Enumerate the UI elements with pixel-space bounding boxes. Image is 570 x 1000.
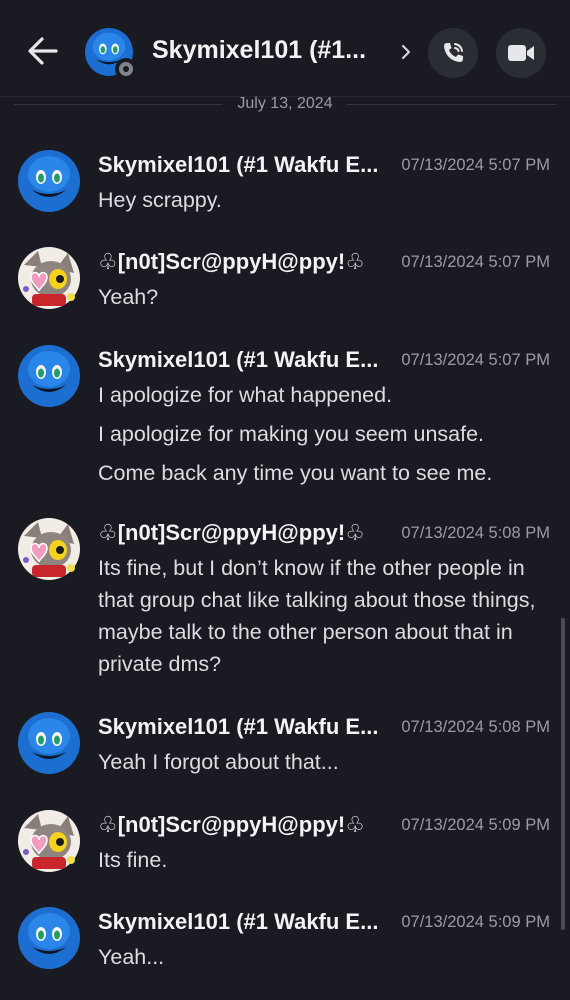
voice-call-button[interactable] bbox=[428, 28, 478, 78]
message-text: Its fine, but I don’t know if the other … bbox=[98, 556, 536, 676]
video-call-button[interactable] bbox=[496, 28, 546, 78]
message-text: Yeah? bbox=[98, 285, 159, 309]
message-timestamp: 07/13/2024 5:07 PM bbox=[401, 156, 550, 174]
divider-line bbox=[14, 103, 224, 105]
avatar[interactable] bbox=[18, 810, 80, 872]
message-timestamp: 07/13/2024 5:09 PM bbox=[401, 913, 550, 931]
avatar[interactable] bbox=[18, 247, 80, 309]
message-text: Yeah... bbox=[98, 945, 165, 969]
chat-header: Skymixel101 (#1... bbox=[0, 0, 570, 97]
message-text: I apologize for making you seem unsafe. bbox=[98, 422, 485, 446]
avatar[interactable] bbox=[18, 150, 80, 212]
message-author[interactable]: ♧[n0t]Scr@ppyH@ppy!♧ bbox=[98, 249, 380, 275]
message-timestamp: 07/13/2024 5:07 PM bbox=[401, 253, 550, 271]
message-timestamp: 07/13/2024 5:07 PM bbox=[401, 351, 550, 369]
message-author[interactable]: ♧[n0t]Scr@ppyH@ppy!♧ bbox=[98, 812, 380, 838]
status-indicator bbox=[115, 58, 137, 80]
message-timestamp: 07/13/2024 5:09 PM bbox=[401, 816, 550, 834]
message-author[interactable]: Skymixel101 (#1 Wakfu E... bbox=[98, 714, 380, 740]
avatar[interactable] bbox=[18, 712, 80, 774]
divider-line bbox=[346, 103, 556, 105]
channel-title[interactable]: Skymixel101 (#1... bbox=[152, 36, 384, 65]
message-timestamp: 07/13/2024 5:08 PM bbox=[401, 718, 550, 736]
message-text: I apologize for what happened. bbox=[98, 383, 393, 407]
message-text: Its fine. bbox=[98, 848, 168, 872]
video-camera-icon bbox=[508, 45, 534, 61]
avatar[interactable] bbox=[18, 907, 80, 969]
phone-call-icon bbox=[444, 43, 463, 62]
message-author[interactable]: Skymixel101 (#1 Wakfu E... bbox=[98, 152, 380, 178]
arrow-left-icon[interactable] bbox=[26, 34, 60, 68]
message-author[interactable]: ♧[n0t]Scr@ppyH@ppy!♧ bbox=[98, 520, 380, 546]
message-author[interactable]: Skymixel101 (#1 Wakfu E... bbox=[98, 909, 380, 935]
message-author[interactable]: Skymixel101 (#1 Wakfu E... bbox=[98, 347, 380, 373]
message-text: Come back any time you want to see me. bbox=[98, 461, 493, 485]
avatar[interactable] bbox=[18, 345, 80, 407]
date-divider: July 13, 2024 bbox=[14, 92, 556, 116]
message-text: Yeah I forgot about that... bbox=[98, 750, 339, 774]
scrollbar[interactable] bbox=[561, 618, 565, 930]
message-text: Hey scrappy. bbox=[98, 188, 222, 212]
chevron-right-icon[interactable] bbox=[398, 42, 414, 62]
avatar[interactable] bbox=[18, 518, 80, 580]
message-timestamp: 07/13/2024 5:08 PM bbox=[401, 524, 550, 542]
date-divider-label: July 13, 2024 bbox=[237, 95, 333, 112]
